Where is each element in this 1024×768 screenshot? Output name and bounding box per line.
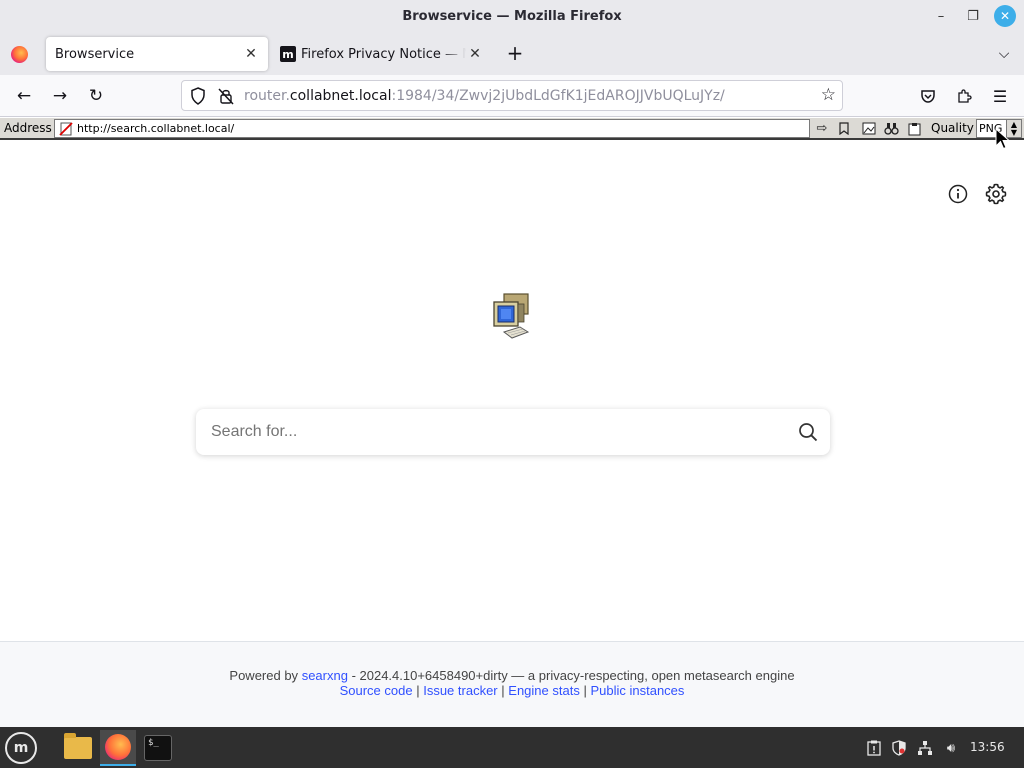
taskbar: m $_ 🔊︎ 13:56 xyxy=(0,727,1024,768)
bookmark-icon[interactable] xyxy=(835,120,853,137)
extensions-icon[interactable] xyxy=(952,84,976,108)
url-bar[interactable]: router.collabnet.local:1984/34/Zwvj2jUbd… xyxy=(181,80,843,111)
url-text: router.collabnet.local:1984/34/Zwvj2jUbd… xyxy=(244,88,725,104)
tab-browservice[interactable]: Browservice ✕ xyxy=(46,37,268,71)
mouse-cursor-icon xyxy=(995,128,1011,150)
pocket-icon[interactable] xyxy=(916,84,940,108)
public-instances-link[interactable]: Public instances xyxy=(590,683,684,698)
update-manager-icon[interactable] xyxy=(865,739,883,757)
insecure-lock-icon[interactable] xyxy=(218,87,234,105)
browservice-toolbar: Address http://search.collabnet.local/ ⇨… xyxy=(0,118,1024,140)
searxng-computer-logo-icon xyxy=(493,293,530,339)
issue-tracker-link[interactable]: Issue tracker xyxy=(423,683,497,698)
page-content: Search for... xyxy=(0,142,1024,641)
firefox-view-icon[interactable] xyxy=(11,46,28,63)
address-value: http://search.collabnet.local/ xyxy=(77,122,235,135)
search-input[interactable]: Search for... xyxy=(196,409,830,455)
minimize-icon[interactable]: – xyxy=(930,5,952,27)
info-icon[interactable] xyxy=(947,183,969,205)
menu-hamburger-icon[interactable]: ☰ xyxy=(988,84,1012,108)
mint-menu-icon[interactable]: m xyxy=(5,732,37,764)
back-icon[interactable]: ← xyxy=(11,84,37,108)
go-arrow-icon[interactable]: ⇨ xyxy=(813,120,831,137)
maximize-icon[interactable]: ❐ xyxy=(962,5,984,27)
window-titlebar: Browservice — Mozilla Firefox – ❐ ✕ xyxy=(0,0,1024,33)
clock[interactable]: 13:56 xyxy=(970,740,1005,754)
insecure-page-icon xyxy=(59,121,73,136)
tracking-shield-icon[interactable] xyxy=(190,87,206,105)
window-controls: – ❐ ✕ xyxy=(930,5,1016,27)
navigation-toolbar: ← → ↻ router.collabnet.local:1984/34/Zwv… xyxy=(0,75,1024,117)
tab-label: Browservice xyxy=(55,46,135,62)
folder-icon xyxy=(64,733,92,759)
address-field[interactable]: http://search.collabnet.local/ xyxy=(54,119,810,138)
list-all-tabs-icon[interactable]: ⌵ xyxy=(994,44,1014,64)
source-code-link[interactable]: Source code xyxy=(340,683,413,698)
preferences-gear-icon[interactable] xyxy=(985,183,1007,205)
footer-powered-by: Powered by searxng - 2024.4.10+6458490+d… xyxy=(229,668,795,683)
tab-privacy-notice[interactable]: m Firefox Privacy Notice — Mozilla ✕ xyxy=(270,37,492,71)
security-shield-icon[interactable] xyxy=(890,739,908,757)
find-binoculars-icon[interactable] xyxy=(882,120,900,137)
network-icon[interactable] xyxy=(916,739,934,757)
new-tab-icon[interactable]: + xyxy=(503,41,527,65)
close-tab-icon[interactable]: ✕ xyxy=(242,45,260,63)
forward-icon[interactable]: → xyxy=(47,84,73,108)
clipboard-icon[interactable] xyxy=(905,120,923,137)
footer-links: Source code | Issue tracker | Engine sta… xyxy=(339,683,685,698)
close-tab-icon[interactable]: ✕ xyxy=(466,45,484,63)
mozilla-favicon-icon: m xyxy=(280,46,296,62)
close-window-icon[interactable]: ✕ xyxy=(994,5,1016,27)
taskbar-files-app[interactable] xyxy=(60,730,96,766)
volume-icon[interactable]: 🔊︎ xyxy=(942,739,960,757)
search-icon[interactable] xyxy=(798,422,818,442)
reload-icon[interactable]: ↻ xyxy=(83,84,109,108)
bookmark-star-icon[interactable]: ☆ xyxy=(821,85,836,105)
search-placeholder: Search for... xyxy=(211,423,298,440)
engine-stats-link[interactable]: Engine stats xyxy=(508,683,580,698)
taskbar-terminal-app[interactable]: $_ xyxy=(140,730,176,766)
terminal-icon: $_ xyxy=(144,735,172,761)
tab-label: Firefox Privacy Notice — Mozilla xyxy=(301,46,466,62)
quality-label: Quality xyxy=(931,121,974,135)
taskbar-firefox-app[interactable] xyxy=(100,730,136,766)
address-label: Address xyxy=(4,121,52,135)
firefox-icon xyxy=(105,734,131,760)
window-title: Browservice — Mozilla Firefox xyxy=(402,9,622,24)
image-icon[interactable] xyxy=(860,120,878,137)
page-footer: Powered by searxng - 2024.4.10+6458490+d… xyxy=(0,641,1024,727)
searxng-link[interactable]: searxng xyxy=(302,668,348,683)
